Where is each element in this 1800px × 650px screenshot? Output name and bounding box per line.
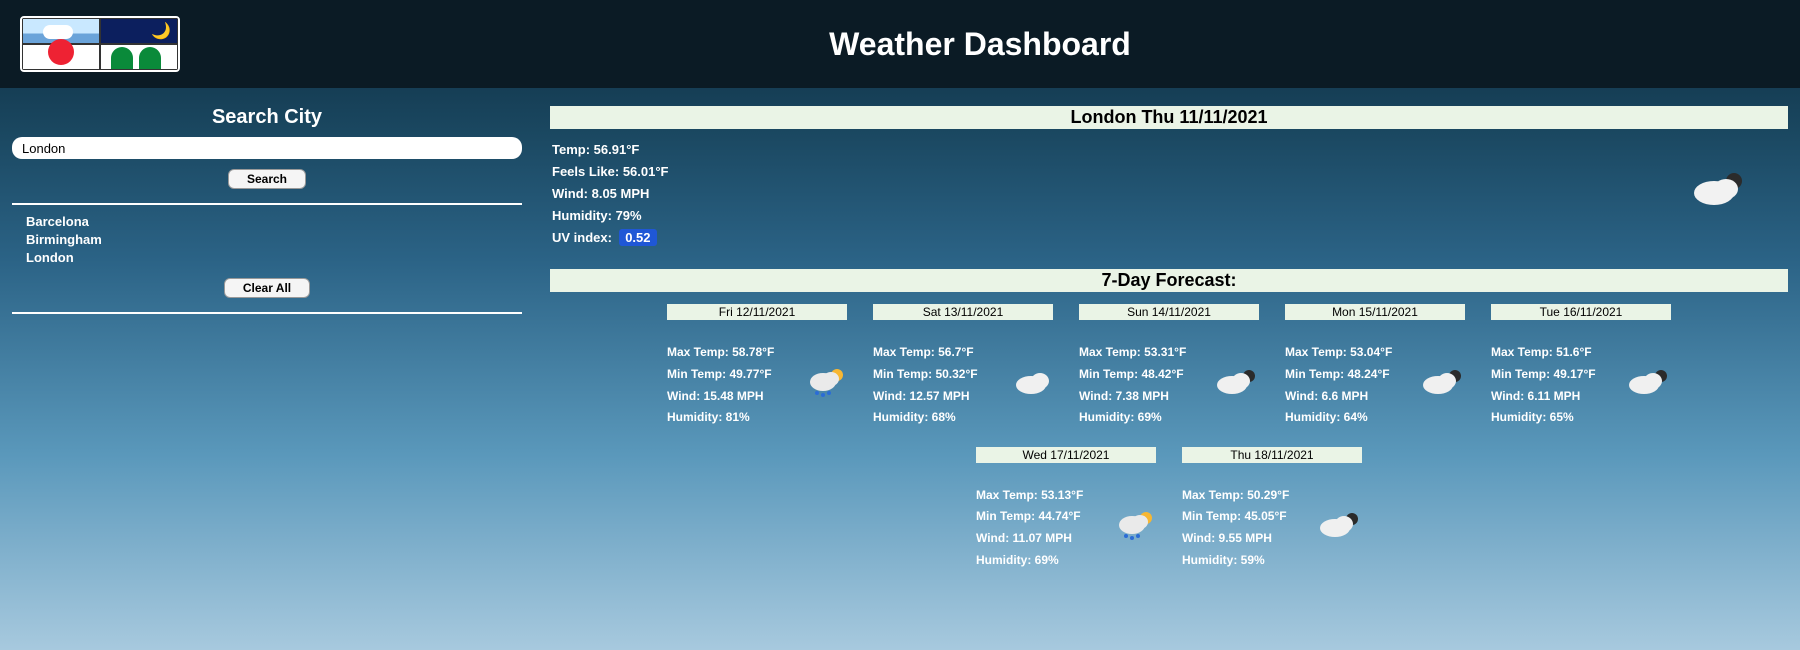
cloud-moon-icon (1215, 367, 1259, 404)
forecast-humidity: Humidity: 64% (1285, 407, 1392, 429)
search-button[interactable]: Search (228, 169, 306, 189)
cloud-moon-icon (1318, 510, 1362, 547)
forecast-humidity: Humidity: 59% (1182, 550, 1289, 572)
cloud-moon-icon (1692, 169, 1748, 219)
forecast-stats: Max Temp: 53.13°FMin Temp: 44.74°FWind: … (976, 485, 1083, 571)
forecast-max: Max Temp: 51.6°F (1491, 342, 1596, 364)
divider (12, 203, 522, 205)
history-item[interactable]: Birmingham (26, 231, 522, 249)
page-title: Weather Dashboard (180, 26, 1780, 63)
cloud-moon-icon (1627, 367, 1671, 404)
history-item[interactable]: Barcelona (26, 213, 522, 231)
forecast-date: Sat 13/11/2021 (873, 304, 1053, 320)
rain-sun-icon (807, 366, 847, 405)
rain-sun-icon (1116, 509, 1156, 548)
forecast-max: Max Temp: 53.31°F (1079, 342, 1186, 364)
forecast-humidity: Humidity: 69% (976, 550, 1083, 572)
forecast-max: Max Temp: 53.04°F (1285, 342, 1392, 364)
forecast-stats: Max Temp: 56.7°FMin Temp: 50.32°FWind: 1… (873, 342, 978, 428)
forecast-stats: Max Temp: 53.31°FMin Temp: 48.42°FWind: … (1079, 342, 1186, 428)
forecast-wind: Wind: 12.57 MPH (873, 386, 978, 408)
forecast-heading: 7-Day Forecast: (550, 269, 1788, 292)
forecast-date: Mon 15/11/2021 (1285, 304, 1465, 320)
forecast-max: Max Temp: 56.7°F (873, 342, 978, 364)
forecast-date: Wed 17/11/2021 (976, 447, 1156, 463)
search-heading: Search City (12, 106, 522, 129)
current-uv: UV index: 0.52 (552, 227, 669, 249)
forecast-humidity: Humidity: 81% (667, 407, 774, 429)
forecast-wind: Wind: 6.11 MPH (1491, 386, 1596, 408)
forecast-max: Max Temp: 58.78°F (667, 342, 774, 364)
current-feels-like: Feels Like: 56.01°F (552, 161, 669, 183)
forecast-wind: Wind: 9.55 MPH (1182, 528, 1289, 550)
forecast-min: Min Temp: 48.42°F (1079, 364, 1186, 386)
forecast-card: Sun 14/11/2021 Max Temp: 53.31°FMin Temp:… (1079, 304, 1259, 428)
forecast-card: Fri 12/11/2021 Max Temp: 58.78°FMin Temp:… (667, 304, 847, 428)
forecast-cards-row1: Fri 12/11/2021Max Temp: 58.78°FMin Temp:… (550, 304, 1788, 428)
cloud-moon-icon (1421, 367, 1465, 404)
forecast-card: Mon 15/11/2021 Max Temp: 53.04°FMin Temp:… (1285, 304, 1465, 428)
current-heading: London Thu 11/11/2021 (550, 106, 1788, 129)
weather-content: London Thu 11/11/2021 Temp: 56.91°F Feel… (550, 106, 1788, 571)
forecast-min: Min Temp: 44.74°F (976, 506, 1083, 528)
forecast-stats: Max Temp: 53.04°FMin Temp: 48.24°FWind: … (1285, 342, 1392, 428)
current-wind: Wind: 8.05 MPH (552, 183, 669, 205)
forecast-max: Max Temp: 53.13°F (976, 485, 1083, 507)
forecast-stats: Max Temp: 50.29°FMin Temp: 45.05°FWind: … (1182, 485, 1289, 571)
forecast-date: Thu 18/11/2021 (1182, 447, 1362, 463)
forecast-wind: Wind: 7.38 MPH (1079, 386, 1186, 408)
forecast-card: Tue 16/11/2021 Max Temp: 51.6°FMin Temp: … (1491, 304, 1671, 428)
forecast-wind: Wind: 11.07 MPH (976, 528, 1083, 550)
forecast-max: Max Temp: 50.29°F (1182, 485, 1289, 507)
forecast-cards-row2: Wed 17/11/2021Max Temp: 53.13°FMin Temp:… (550, 447, 1788, 571)
forecast-humidity: Humidity: 68% (873, 407, 978, 429)
forecast-min: Min Temp: 48.24°F (1285, 364, 1392, 386)
forecast-min: Min Temp: 49.77°F (667, 364, 774, 386)
current-humidity: Humidity: 79% (552, 205, 669, 227)
history-list: BarcelonaBirminghamLondon (12, 213, 522, 268)
forecast-date: Tue 16/11/2021 (1491, 304, 1671, 320)
app-header: Weather Dashboard (0, 0, 1800, 88)
forecast-stats: Max Temp: 58.78°FMin Temp: 49.77°FWind: … (667, 342, 774, 428)
forecast-min: Min Temp: 45.05°F (1182, 506, 1289, 528)
search-panel: Search City Search BarcelonaBirminghamLo… (12, 106, 522, 571)
current-weather: Temp: 56.91°F Feels Like: 56.01°F Wind: … (550, 139, 1788, 267)
forecast-min: Min Temp: 50.32°F (873, 364, 978, 386)
forecast-humidity: Humidity: 65% (1491, 407, 1596, 429)
forecast-card: Thu 18/11/2021 Max Temp: 50.29°FMin Temp:… (1182, 447, 1362, 571)
forecast-min: Min Temp: 49.17°F (1491, 364, 1596, 386)
forecast-stats: Max Temp: 51.6°FMin Temp: 49.17°FWind: 6… (1491, 342, 1596, 428)
forecast-card: Sat 13/11/2021 Max Temp: 56.7°FMin Temp: … (873, 304, 1053, 428)
current-temp: Temp: 56.91°F (552, 139, 669, 161)
forecast-wind: Wind: 6.6 MPH (1285, 386, 1392, 408)
app-logo (20, 16, 180, 72)
cloud-icon (1013, 368, 1053, 403)
history-item[interactable]: London (26, 249, 522, 267)
clear-all-button[interactable]: Clear All (224, 278, 310, 298)
forecast-date: Sun 14/11/2021 (1079, 304, 1259, 320)
current-stats: Temp: 56.91°F Feels Like: 56.01°F Wind: … (552, 139, 669, 249)
uv-badge: 0.52 (619, 229, 656, 246)
forecast-humidity: Humidity: 69% (1079, 407, 1186, 429)
divider (12, 312, 522, 314)
forecast-card: Wed 17/11/2021 Max Temp: 53.13°FMin Temp:… (976, 447, 1156, 571)
search-input[interactable] (12, 137, 522, 159)
forecast-wind: Wind: 15.48 MPH (667, 386, 774, 408)
forecast-date: Fri 12/11/2021 (667, 304, 847, 320)
